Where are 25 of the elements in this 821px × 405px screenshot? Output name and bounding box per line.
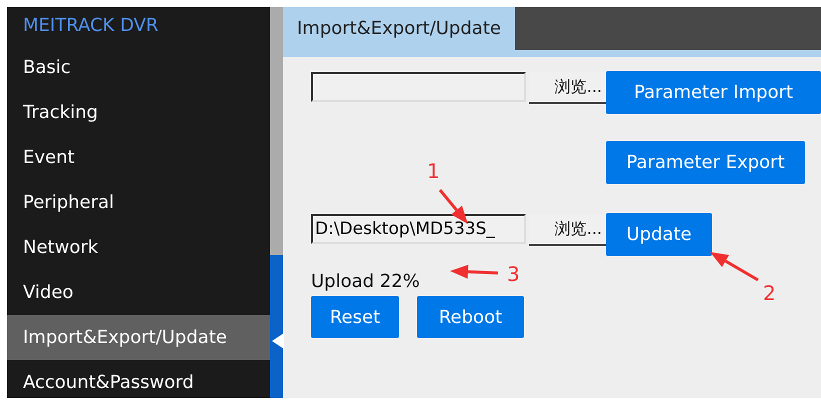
scrollbar-thumb[interactable] (270, 7, 283, 255)
arrow (450, 264, 498, 279)
menu-item[interactable]: Network (7, 225, 270, 270)
menu-item[interactable]: Event (7, 135, 270, 180)
annotation-number: 3 (507, 262, 520, 286)
annotation-number: 1 (427, 159, 440, 183)
update-button[interactable]: Update (606, 213, 712, 256)
menu-item[interactable]: Tracking (7, 90, 270, 135)
parameter-import-button[interactable]: Parameter Import (606, 71, 821, 114)
annotation-number: 2 (763, 281, 776, 305)
menu-item[interactable]: Video (7, 270, 270, 315)
parameter-export-button[interactable]: Parameter Export (606, 141, 805, 184)
menu-item[interactable]: Import&Export/Update (7, 315, 270, 360)
menu-item[interactable]: Account&Password (7, 360, 270, 405)
app-title: MEITRACK DVR (22, 14, 160, 38)
menu-item[interactable]: Basic (7, 45, 270, 90)
reboot-button[interactable]: Reboot (417, 296, 524, 338)
file-field[interactable]: D:\Desktop\MD533S_ (311, 214, 526, 244)
arrow (710, 252, 759, 282)
file-field[interactable] (311, 72, 526, 102)
tab[interactable]: Import&Export/Update (283, 7, 515, 50)
pointer-icon (272, 333, 284, 349)
menu-item[interactable]: Peripheral (7, 180, 270, 225)
reset-button[interactable]: Reset (311, 296, 399, 338)
upload-status: Upload 22% (311, 270, 420, 294)
